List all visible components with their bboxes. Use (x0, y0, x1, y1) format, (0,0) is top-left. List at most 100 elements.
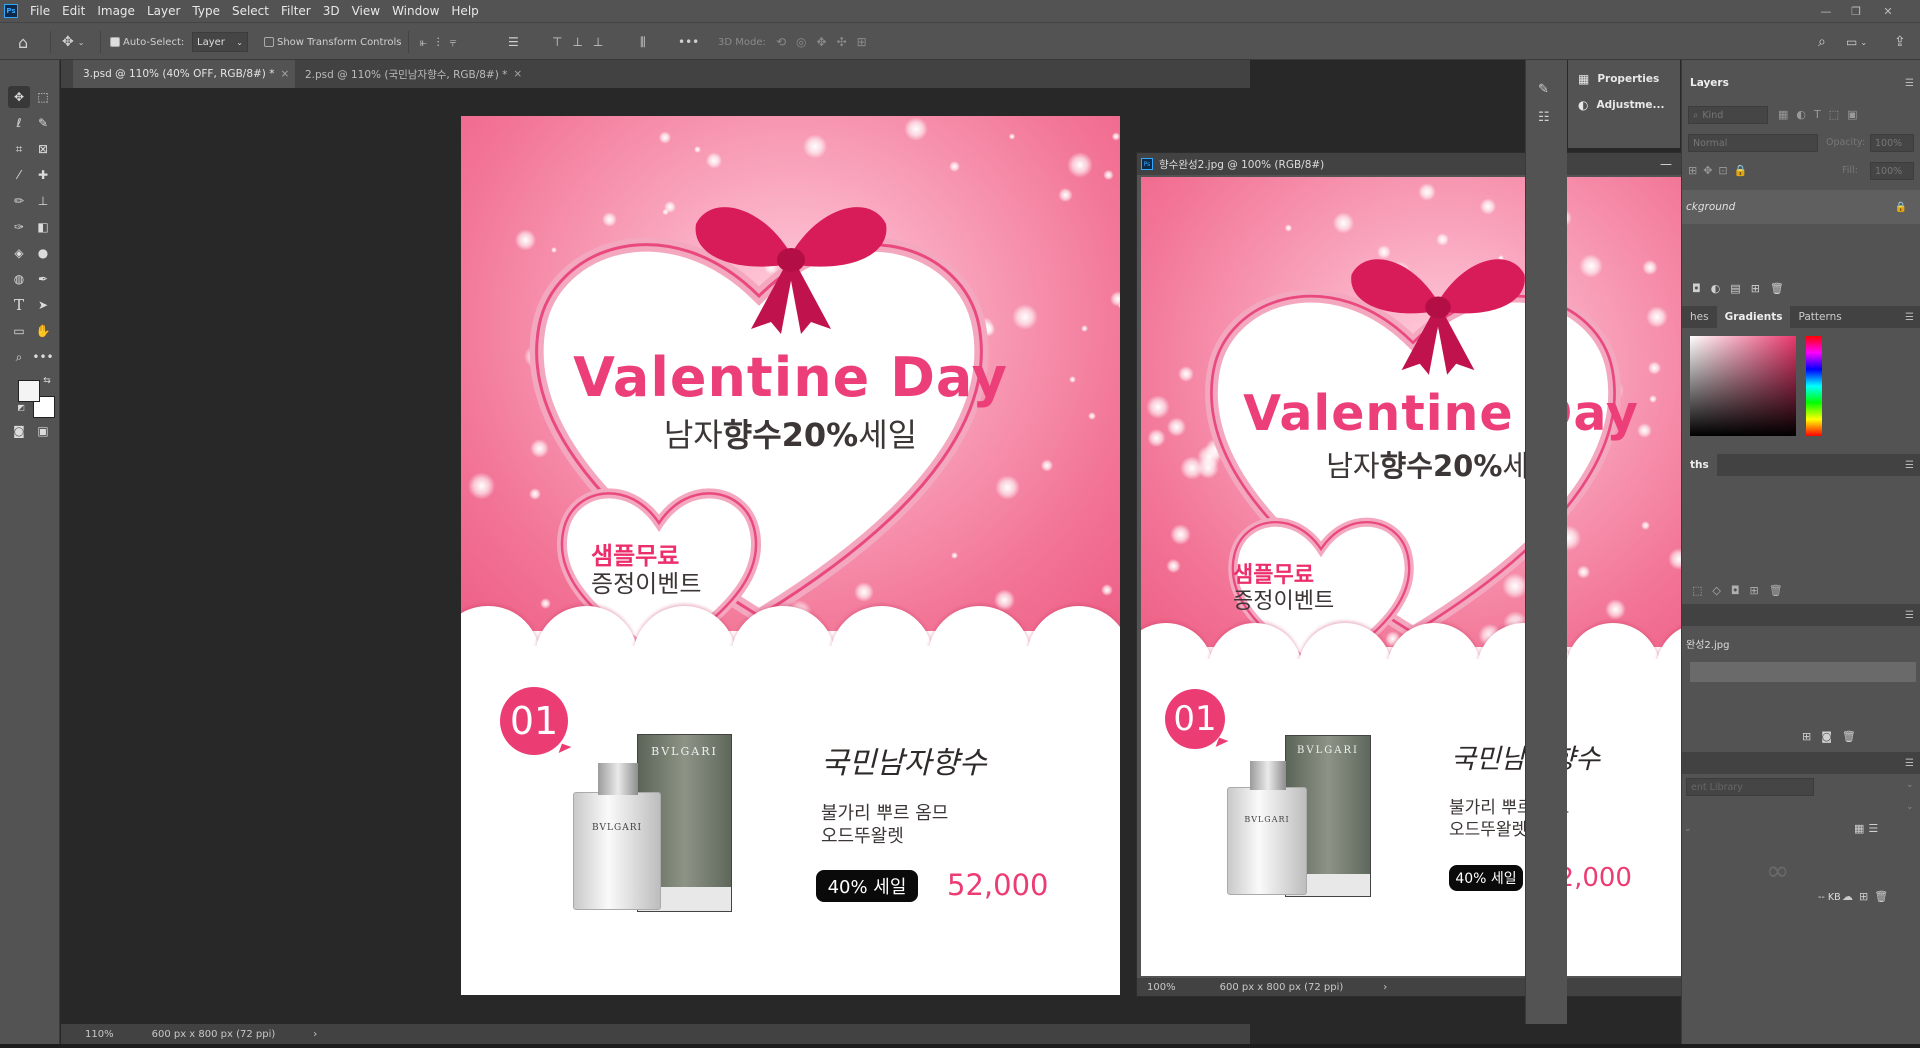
floating-window-titlebar[interactable]: Ps 향수완성2.jpg @ 100% (RGB/8#) — ☐ ✕ (1137, 153, 1756, 175)
brush-tool-icon[interactable]: ✏ (8, 190, 30, 212)
search-icon[interactable]: ⌕ (1818, 23, 1826, 61)
library-dropdown[interactable]: ent Library (1686, 778, 1814, 796)
foreground-color-swatch[interactable] (18, 380, 40, 402)
blur-tool-icon[interactable]: ● (32, 242, 54, 264)
panel-menu-icon[interactable]: ☰ (1905, 610, 1914, 621)
library-chevron-icon-2[interactable]: ⌄ (1906, 802, 1914, 812)
panel-menu-icon[interactable]: ☰ (1905, 78, 1914, 89)
zoom-tool-icon[interactable]: ⌕ (8, 346, 30, 368)
rectangle-tool-icon[interactable]: ▭ (8, 320, 30, 342)
share-icon[interactable]: ⇪ (1894, 23, 1906, 61)
home-icon[interactable]: ⌂ (18, 23, 28, 61)
menu-type[interactable]: Type (186, 4, 226, 18)
brush-settings-icon[interactable]: ✎ (1538, 82, 1549, 97)
tab-gradients[interactable]: Gradients (1716, 306, 1791, 328)
close-tab-icon[interactable]: × (513, 68, 522, 80)
opacity-input[interactable]: 100% (1870, 134, 1914, 152)
history-snapshot-row[interactable]: 완성2.jpg (1682, 632, 1920, 654)
default-colors-icon[interactable]: ◩ (14, 400, 28, 414)
float-status-arrow-icon[interactable]: › (1383, 982, 1387, 993)
zoom-level[interactable]: 110% (85, 1029, 114, 1040)
paths-footer-icons[interactable]: ⬚◇◘⊞🗑 (1692, 584, 1793, 597)
screen-mode-icon[interactable]: ▣ (32, 420, 54, 442)
panel-menu-icon[interactable]: ☰ (1905, 758, 1914, 769)
fill-input[interactable]: 100% (1870, 162, 1914, 180)
library-group-chevron-icon[interactable]: ⌄ (1684, 824, 1692, 834)
auto-select-checkbox[interactable]: Auto-Select: (110, 23, 184, 61)
float-minimize-icon[interactable]: — (1660, 157, 1672, 171)
lock-icons[interactable]: ⊞✥⊡🔒 (1688, 164, 1753, 177)
lasso-tool-icon[interactable]: ℓ (8, 112, 30, 134)
marquee-tool-icon[interactable]: ⬚ (32, 86, 54, 108)
status-arrow-icon[interactable]: › (313, 1029, 317, 1040)
clone-stamp-tool-icon[interactable]: ⊥ (32, 190, 54, 212)
hue-slider[interactable] (1806, 336, 1822, 436)
color-picker-field[interactable] (1690, 336, 1796, 436)
adjustments-button[interactable]: ◐ Adjustme... (1578, 98, 1665, 112)
3d-mode-icons[interactable]: ⟲◎✥✣⊞ (776, 23, 877, 61)
align-vertical-buttons[interactable]: ⊤⊥⊥ (552, 23, 613, 61)
close-tab-icon[interactable]: × (280, 68, 289, 80)
library-footer-icons[interactable]: ☁⊞🗑 (1842, 890, 1894, 903)
menu-layer[interactable]: Layer (141, 4, 186, 18)
crop-tool-icon[interactable]: ⌗ (8, 138, 30, 160)
layer-row-background[interactable]: ckground 🔒 (1682, 190, 1920, 224)
show-transform-checkbox[interactable]: Show Transform Controls (264, 23, 401, 61)
tab-swatches[interactable]: hes (1682, 306, 1717, 328)
move-tool-icon[interactable]: ✥ (8, 86, 30, 108)
frame-tool-icon[interactable]: ⊠ (32, 138, 54, 160)
library-chevron-icon[interactable]: ⌄ (1906, 780, 1914, 790)
menu-3d[interactable]: 3D (317, 4, 346, 18)
dodge-tool-icon[interactable]: ◍ (8, 268, 30, 290)
eraser-tool-icon[interactable]: ◧ (32, 216, 54, 238)
tab-2-psd[interactable]: 2.psd @ 110% (국민남자향수, RGB/8#) * × (295, 60, 533, 88)
tab-patterns[interactable]: Patterns (1790, 306, 1849, 328)
layer-footer-icons[interactable]: ◘◐▤⊞🗑 (1692, 282, 1794, 295)
history-brush-tool-icon[interactable]: ✑ (8, 216, 30, 238)
history-state-row[interactable] (1690, 662, 1916, 682)
move-tool-preset-icon[interactable]: ✥ ⌄ (62, 23, 84, 61)
path-selection-tool-icon[interactable]: ➤ (32, 294, 54, 316)
minimize-icon[interactable]: — (1814, 0, 1838, 22)
layer-filter-kind[interactable]: ⌕ Kind (1688, 106, 1768, 124)
quick-mask-icon[interactable]: ◙ (8, 420, 30, 442)
floating-document-canvas[interactable]: Valentine Day 남자향수20%세일 샘플무료 증정이벤트 01 BV… (1141, 177, 1741, 976)
tab-layers[interactable]: Layers (1682, 72, 1737, 94)
menu-window[interactable]: Window (386, 4, 445, 18)
panel-menu-icon[interactable]: ☰ (1905, 460, 1914, 471)
menu-select[interactable]: Select (226, 4, 275, 18)
healing-brush-tool-icon[interactable]: ✚ (32, 164, 54, 186)
swap-colors-icon[interactable]: ⇆ (40, 374, 54, 388)
menu-help[interactable]: Help (445, 4, 484, 18)
align-buttons[interactable]: ⫦⫶⫧ (420, 23, 467, 61)
edit-toolbar-icon[interactable]: ••• (32, 346, 54, 368)
pen-tool-icon[interactable]: ✒ (32, 268, 54, 290)
blend-mode-dropdown[interactable]: Normal (1688, 134, 1818, 152)
menu-file[interactable]: File (24, 4, 56, 18)
view-toggle-icons[interactable]: ▦☰ (1854, 822, 1882, 835)
menu-filter[interactable]: Filter (275, 4, 317, 18)
quick-select-tool-icon[interactable]: ✎ (32, 112, 54, 134)
properties-button[interactable]: ▦ Properties (1578, 72, 1659, 86)
adjust-sliders-icon[interactable]: ☷ (1538, 110, 1550, 125)
distribute-icon[interactable]: ☰ (508, 23, 519, 61)
tab-paths[interactable]: ths (1682, 454, 1717, 476)
more-options-button[interactable]: ••• (678, 23, 699, 61)
distribute-vertical-icon[interactable]: ⫼ (640, 23, 646, 61)
menu-image[interactable]: Image (91, 4, 141, 18)
restore-icon[interactable]: ❐ (1844, 0, 1868, 22)
hand-tool-icon[interactable]: ✋ (32, 320, 54, 342)
menu-edit[interactable]: Edit (56, 4, 91, 18)
type-tool-icon[interactable]: T (8, 294, 30, 316)
document-canvas[interactable]: Valentine Day 남자향수20%세일 샘플무료 증정이벤트 01 BV… (461, 116, 1120, 995)
tab-3-psd[interactable]: 3.psd @ 110% (40% OFF, RGB/8#) * × (73, 60, 300, 88)
paint-bucket-tool-icon[interactable]: ◈ (8, 242, 30, 264)
eyedropper-tool-icon[interactable]: ⁄ (8, 164, 30, 186)
workspace-icon[interactable]: ▭ ⌄ (1846, 23, 1867, 61)
float-zoom-level[interactable]: 100% (1147, 982, 1176, 993)
menu-view[interactable]: View (346, 4, 386, 18)
history-footer-icons[interactable]: ⊞◙🗑 (1802, 730, 1866, 743)
close-icon[interactable]: ✕ (1876, 0, 1900, 22)
layer-filter-icons[interactable]: ▦◐T⬚▣ (1778, 108, 1866, 121)
panel-menu-icon[interactable]: ☰ (1905, 312, 1914, 323)
